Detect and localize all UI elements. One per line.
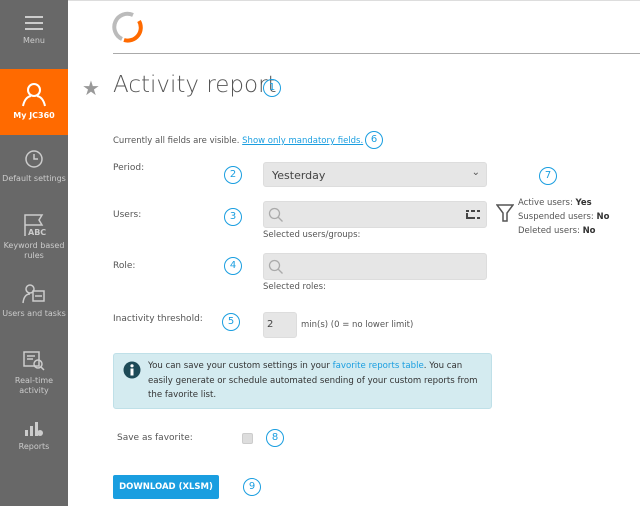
- list-select-icon[interactable]: [466, 209, 480, 221]
- marker-9: 9: [243, 478, 261, 496]
- save-favorite-label: Save as favorite:: [117, 433, 193, 443]
- sidebar-item-label: My JC360: [13, 111, 55, 120]
- marker-6: 6: [365, 131, 383, 149]
- clock-icon: [25, 150, 43, 168]
- page-title: Activity report: [113, 72, 277, 98]
- sidebar-item-label: Real-time activity: [14, 376, 54, 395]
- search-icon: [268, 259, 283, 274]
- svg-text:ABC: ABC: [28, 228, 46, 237]
- period-select[interactable]: Yesterday ⌄: [263, 162, 487, 187]
- inactivity-unit: min(s) (0 = no lower limit): [301, 320, 414, 330]
- top-border: [68, 0, 640, 1]
- marker-1: 1: [263, 79, 281, 97]
- role-label: Role:: [113, 261, 136, 271]
- download-button[interactable]: DOWNLOAD (XLSM): [113, 475, 219, 499]
- sidebar: Menu My JC360 Default settings ABC Keywo…: [0, 0, 68, 506]
- user-icon: [22, 83, 46, 107]
- favorite-star-icon[interactable]: ★: [82, 76, 100, 100]
- show-mandatory-link[interactable]: Show only mandatory fields.: [242, 136, 363, 146]
- marker-7: 7: [539, 167, 557, 185]
- marker-2: 2: [224, 166, 242, 184]
- sidebar-item-my-jc360[interactable]: My JC360: [0, 69, 68, 135]
- hamburger-icon: [25, 16, 43, 30]
- marker-4: 4: [224, 257, 242, 275]
- monitor-search-icon: [23, 351, 45, 371]
- inactivity-label: Inactivity threshold:: [113, 314, 203, 324]
- users-tasks-icon: [22, 284, 45, 304]
- save-favorite-checkbox[interactable]: [242, 433, 253, 444]
- search-icon: [268, 207, 283, 222]
- sidebar-item-reports[interactable]: Reports: [0, 420, 68, 452]
- user-filter-summary: Active users: Yes Suspended users: No De…: [518, 198, 610, 236]
- flag-abc-icon: ABC: [24, 214, 46, 237]
- favorite-reports-link[interactable]: favorite reports table: [333, 361, 424, 371]
- info-text: You can save your custom settings in you…: [148, 361, 478, 400]
- marker-5: 5: [222, 313, 240, 331]
- sidebar-item-label: Menu: [23, 36, 45, 45]
- visibility-text: Currently all fields are visible.: [113, 136, 240, 146]
- period-value: Yesterday: [272, 169, 326, 182]
- info-box: You can save your custom settings in you…: [113, 353, 492, 409]
- marker-8: 8: [266, 429, 284, 447]
- marker-3: 3: [224, 208, 242, 226]
- role-search-input[interactable]: [263, 253, 487, 280]
- sidebar-item-real-time-activity[interactable]: Real-time activity: [0, 350, 68, 396]
- sidebar-item-default-settings[interactable]: Default settings: [0, 148, 68, 184]
- sidebar-item-label: Users and tasks: [2, 309, 66, 318]
- sidebar-item-label: Default settings: [2, 174, 66, 183]
- users-label: Users:: [113, 210, 142, 220]
- chevron-down-icon: ⌄: [471, 167, 480, 178]
- visibility-info: Currently all fields are visible. Show o…: [113, 136, 363, 146]
- sidebar-item-keyword-rules[interactable]: ABC Keyword based rules: [0, 213, 68, 261]
- period-label: Period:: [113, 163, 145, 173]
- selected-roles-label: Selected roles:: [263, 282, 326, 292]
- sidebar-item-label: Keyword based rules: [3, 241, 65, 260]
- logo: [112, 11, 143, 43]
- inactivity-threshold-input[interactable]: 2: [263, 312, 297, 338]
- header-divider: [113, 53, 640, 54]
- selected-users-label: Selected users/groups:: [263, 230, 361, 240]
- sidebar-item-users-tasks[interactable]: Users and tasks: [0, 283, 68, 319]
- filter-icon[interactable]: [496, 203, 514, 223]
- bar-chart-icon: [25, 422, 43, 436]
- sidebar-item-label: Reports: [18, 442, 50, 451]
- info-icon: [123, 361, 141, 379]
- users-search-input[interactable]: [263, 201, 487, 228]
- sidebar-item-menu[interactable]: Menu: [0, 14, 68, 46]
